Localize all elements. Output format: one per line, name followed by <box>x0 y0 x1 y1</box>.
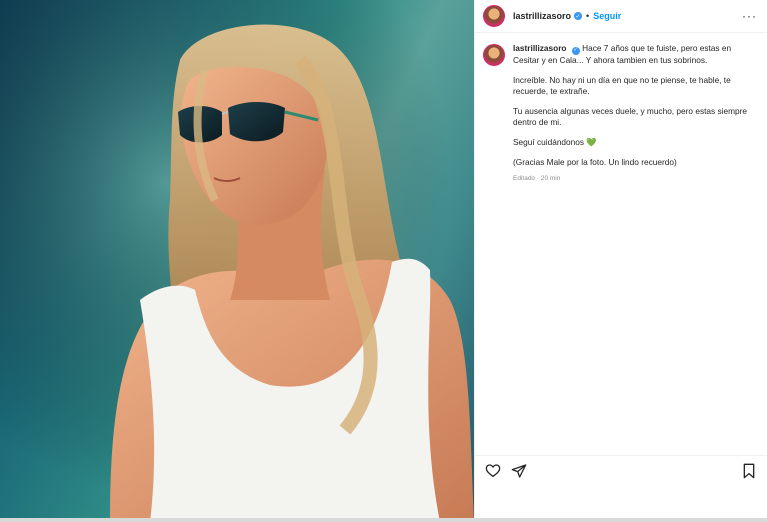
separator-dot: • <box>586 11 590 21</box>
green-heart-icon: 💚 <box>586 136 597 147</box>
post-caption: lastrillizasoro ✓ Hace 7 años que te fui… <box>475 33 767 184</box>
caption-body: lastrillizasoro ✓ Hace 7 años que te fui… <box>513 43 757 184</box>
post-photo[interactable] <box>0 0 474 522</box>
caption-line-3: Tu ausencia algunas veces duele, y mucho… <box>513 105 747 127</box>
follow-button[interactable]: Seguir <box>593 11 621 21</box>
header-username[interactable]: lastrillizasoro <box>513 11 571 21</box>
post-meta: Editado · 20 min <box>513 173 757 184</box>
caption-line-2: Increíble. No hay ni un día en que no te… <box>513 74 731 96</box>
post-photo-illustration <box>0 0 474 522</box>
instagram-post-view: lastrillizasoro ✓ • Seguir ··· lastrilli… <box>0 0 767 522</box>
verified-badge-icon: ✓ <box>574 12 583 20</box>
post-time[interactable]: 20 min <box>541 175 561 182</box>
bookmark-icon[interactable] <box>741 463 757 479</box>
edited-label: Editado <box>513 174 536 182</box>
heart-icon[interactable] <box>485 463 501 479</box>
avatar[interactable] <box>483 5 505 27</box>
send-icon[interactable] <box>511 463 527 479</box>
caption-line-5: (Gracias Male por la foto. Un lindo recu… <box>513 156 677 167</box>
post-header: lastrillizasoro ✓ • Seguir ··· <box>475 0 767 33</box>
verified-badge-icon: ✓ <box>571 46 580 55</box>
window-bottom-edge <box>0 518 767 522</box>
caption-avatar[interactable] <box>483 44 505 66</box>
post-actions <box>475 455 767 485</box>
caption-line-4: Seguí cuidándonos <box>513 136 585 147</box>
post-side-panel: lastrillizasoro ✓ • Seguir ··· lastrilli… <box>474 0 767 522</box>
more-options-icon[interactable]: ··· <box>742 9 757 23</box>
caption-username[interactable]: lastrillizasoro <box>513 43 567 53</box>
